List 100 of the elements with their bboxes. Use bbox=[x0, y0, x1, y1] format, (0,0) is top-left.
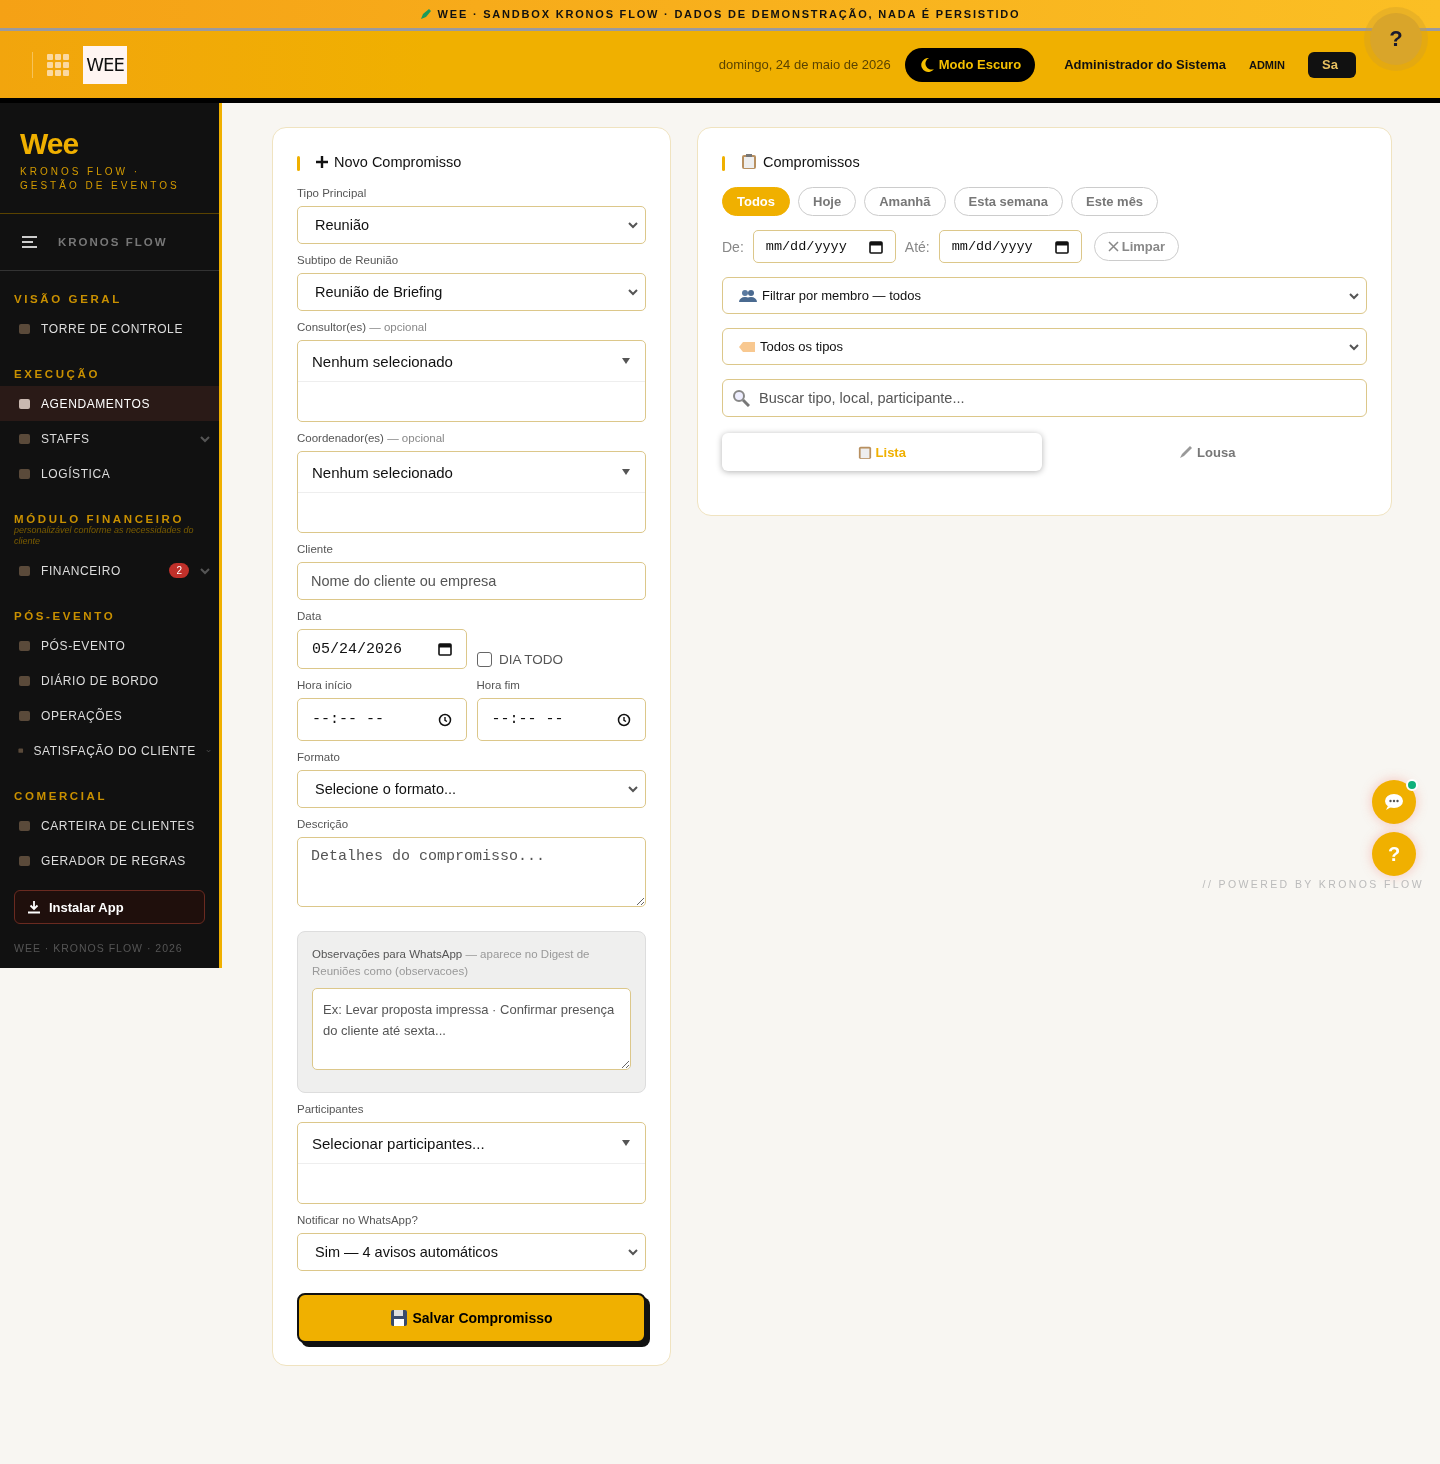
filter-chip[interactable]: Esta semana bbox=[953, 187, 1063, 216]
sandbox-banner-text: WEE · SANDBOX KRONOS FLOW · DADOS DE DEMONSTRAÇÃO, NADA É PERSISTIDO bbox=[437, 8, 1021, 20]
select-field[interactable]: Selecione o formato... bbox=[297, 770, 646, 808]
member-filter-select[interactable]: Filtrar por membro — todos bbox=[722, 277, 1367, 314]
date-field[interactable]: mm/dd/yyyy bbox=[752, 230, 896, 263]
description-textarea[interactable]: Detalhes do compromisso... bbox=[297, 837, 646, 907]
section-title: MÓDULO FINANCEIRO bbox=[13, 513, 186, 525]
field-label: Subtipo de Reunião bbox=[297, 254, 400, 266]
notes-label: Observações para WhatsApp — aparece no Digest de Reuniões como (observacoes) bbox=[312, 947, 591, 979]
text-input[interactable]: Nome do cliente ou empresa bbox=[297, 562, 646, 600]
field-label: Notificar no WhatsApp? bbox=[297, 1214, 419, 1226]
menu-label: KRONOS FLOW bbox=[58, 236, 168, 248]
plus-icon bbox=[316, 155, 328, 168]
filter-chip[interactable]: Hoje bbox=[798, 187, 857, 216]
sidebar-item[interactable]: AGENDAMENTOS bbox=[0, 386, 219, 421]
help-button[interactable]: ? bbox=[1370, 13, 1422, 65]
section-title: PÓS-EVENTO bbox=[13, 610, 117, 622]
sidebar-item[interactable]: STAFFS bbox=[0, 421, 219, 456]
card-title: Compromissos bbox=[763, 153, 860, 170]
logout-button[interactable]: Sa bbox=[1308, 51, 1356, 78]
count-badge: 2 bbox=[169, 563, 189, 578]
type-filter-select[interactable]: Todos os tipos bbox=[722, 328, 1367, 365]
select-field[interactable]: Reunião bbox=[297, 206, 646, 244]
clear-button[interactable]: Limpar bbox=[1093, 232, 1180, 261]
sidebar-item[interactable]: TORRE DE CONTROLE bbox=[0, 311, 219, 346]
chat-bubble-icon bbox=[1384, 793, 1404, 811]
clock-icon bbox=[437, 712, 452, 727]
field-label: Hora fim bbox=[476, 679, 521, 691]
sidebar-brand: Wee bbox=[20, 127, 80, 161]
brand-tagline: KRONOS FLOW · GESTÃO DE EVENTOS bbox=[20, 165, 181, 193]
filter-chip[interactable]: Este mês bbox=[1071, 187, 1159, 216]
date-field[interactable]: 05/24/2026 bbox=[297, 629, 467, 669]
multi-select-field[interactable]: Nenhum selecionado bbox=[297, 451, 646, 533]
calendar-icon bbox=[1054, 239, 1069, 254]
caret-icon bbox=[621, 468, 631, 476]
search-field[interactable]: Buscar tipo, local, participante... bbox=[722, 379, 1367, 417]
select-field[interactable]: Sim — 4 avisos automáticos bbox=[297, 1233, 646, 1271]
filter-chip[interactable]: Amanhã bbox=[864, 187, 946, 216]
section-title: COMERCIAL bbox=[13, 790, 109, 802]
section-subtitle: personalizável conforme as necessidades do cliente bbox=[13, 525, 195, 547]
sidebar-footer: WEE · KRONOS FLOW · 2026 bbox=[0, 924, 219, 954]
from-label: De: bbox=[722, 238, 744, 255]
multi-select-field[interactable]: Selecionar participantes... bbox=[297, 1122, 646, 1204]
section-title: EXECUÇÃO bbox=[13, 368, 101, 380]
sidebar-item[interactable]: PÓS-EVENTO bbox=[0, 628, 219, 663]
view-tab[interactable]: Lousa bbox=[1047, 433, 1367, 471]
pencil-icon bbox=[419, 8, 432, 20]
notes-textarea[interactable]: Ex: Levar proposta impressa · Confirmar presença do cliente até sexta... bbox=[312, 988, 631, 1070]
checkbox[interactable] bbox=[477, 651, 492, 667]
select-field[interactable]: Reunião de Briefing bbox=[297, 273, 646, 311]
user-name: Administrador do Sistema bbox=[1064, 57, 1226, 72]
sidebar-item[interactable]: LOGÍSTICA bbox=[0, 456, 219, 491]
card-title: Novo Compromisso bbox=[334, 153, 462, 170]
sidebar-item[interactable]: CARTEIRA DE CLIENTES bbox=[0, 808, 219, 843]
people-icon bbox=[739, 288, 757, 303]
sidebar-item[interactable]: DIÁRIO DE BORDO bbox=[0, 663, 219, 698]
clipboard-icon bbox=[741, 153, 757, 170]
chevron-down-icon bbox=[627, 783, 639, 795]
download-icon bbox=[27, 900, 41, 914]
sidebar-item[interactable]: SATISFAÇÃO DO CLIENTE bbox=[0, 733, 219, 768]
checkbox-label: DIA TODO bbox=[499, 651, 564, 667]
install-app-button[interactable]: Instalar App bbox=[14, 890, 205, 924]
chevron-down-icon bbox=[627, 1246, 639, 1258]
chevron-down-icon bbox=[627, 219, 639, 231]
clipboard-icon bbox=[857, 444, 872, 460]
user-role: ADMIN bbox=[1248, 58, 1285, 71]
field-label: Cliente bbox=[297, 543, 334, 555]
section-title: VISÃO GERAL bbox=[13, 293, 123, 305]
multi-select-field[interactable]: Nenhum selecionado bbox=[297, 340, 646, 422]
caret-icon bbox=[621, 1139, 631, 1147]
sidebar-item[interactable]: FINANCEIRO 2 bbox=[0, 553, 219, 588]
calendar-icon bbox=[868, 239, 883, 254]
time-field[interactable]: --:-- -- bbox=[476, 698, 646, 741]
chevron-down-icon bbox=[627, 286, 639, 298]
clock-icon bbox=[617, 712, 631, 727]
field-label: Participantes bbox=[297, 1103, 365, 1115]
tag-icon bbox=[739, 341, 755, 352]
current-date: domingo, 24 de maio de 2026 bbox=[718, 57, 891, 72]
chat-button[interactable] bbox=[1372, 780, 1416, 824]
search-icon bbox=[732, 389, 750, 407]
dark-mode-button[interactable]: Modo Escuro bbox=[904, 47, 1036, 82]
field-label: Consultor(es) — opcional bbox=[297, 321, 428, 333]
moon-icon bbox=[918, 56, 935, 73]
field-label: Coordenador(es) — opcional bbox=[297, 432, 446, 444]
time-field[interactable]: --:-- -- bbox=[297, 698, 467, 741]
sidebar-item[interactable]: GERADOR DE REGRAS bbox=[0, 843, 219, 878]
pencil-icon bbox=[1179, 445, 1194, 459]
field-label: Data bbox=[297, 610, 323, 622]
date-field[interactable]: mm/dd/yyyy bbox=[938, 230, 1082, 263]
field-label: Tipo Principal bbox=[297, 187, 368, 199]
field-label: Hora início bbox=[297, 679, 353, 691]
field-label: Descrição bbox=[297, 818, 350, 830]
close-icon bbox=[1107, 241, 1119, 252]
caret-icon bbox=[621, 357, 631, 365]
to-label: Até: bbox=[904, 238, 930, 255]
sidebar-item[interactable]: OPERAÇÕES bbox=[0, 698, 219, 733]
powered-by-text: // POWERED BY KRONOS FLOW bbox=[1202, 878, 1424, 890]
online-dot bbox=[1406, 779, 1418, 791]
field-label: Formato bbox=[297, 751, 341, 763]
calendar-icon bbox=[438, 642, 452, 656]
